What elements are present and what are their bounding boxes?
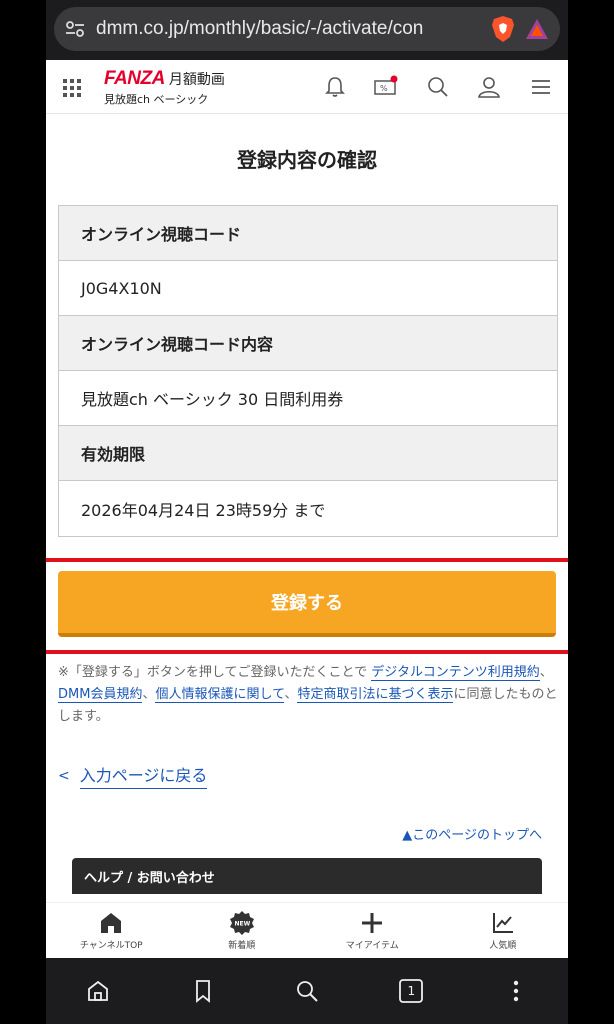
back-to-input-link[interactable]: < 入力ページに戻る (58, 762, 208, 789)
expiry-value: 2026年04月24日 23時59分 まで (81, 500, 326, 520)
browser-menu-button[interactable] (501, 976, 531, 1006)
agreement-notice: ※「登録する」ボタンを押してご登録いただくことで デジタルコンテンツ利用規約、D… (58, 662, 558, 728)
logo-brand: FANZA (104, 68, 165, 89)
site-header: FANZA 月額動画 見放題ch ベーシック % (46, 60, 568, 114)
expiry-label: 有効期限 (59, 426, 557, 481)
browser-url-bar[interactable]: dmm.co.jp/monthly/basic/-/activate/con (54, 7, 560, 51)
brave-rewards-icon[interactable] (524, 15, 550, 43)
svg-text:NEW: NEW (234, 921, 250, 928)
back-link-label: 入力ページに戻る (79, 762, 208, 789)
bookmark-button[interactable] (188, 976, 218, 1006)
home-outline-icon (88, 980, 109, 1001)
nav-label: チャンネルTOP (79, 941, 143, 951)
page-content: FANZA 月額動画 見放題ch ベーシック % 登録内容の確認 オンライン視聴… (46, 60, 568, 958)
tab-count: 1 (407, 984, 416, 998)
dmm-member-terms-link[interactable]: DMM会員規約 (58, 687, 143, 703)
bottom-nav: チャンネルTOP NEW 新着順 マイアイテム 人気順 (46, 902, 568, 958)
bell-icon[interactable] (322, 74, 348, 100)
help-section-header[interactable]: ヘルプ / お問い合わせ (72, 858, 542, 894)
registration-details-table: オンライン視聴コード J0G4X10N オンライン視聴コード内容 見放題ch ベ… (58, 205, 558, 537)
new-badge-icon: NEW (229, 911, 254, 935)
nav-label: 新着順 (228, 941, 256, 951)
search-icon[interactable] (425, 74, 451, 100)
code-value: J0G4X10N (59, 261, 557, 316)
browser-home-button[interactable] (83, 976, 113, 1006)
page-title: 登録内容の確認 (237, 148, 377, 172)
browser-toolbar: 1 (46, 958, 568, 1024)
tabs-button[interactable]: 1 (396, 976, 426, 1006)
code-content-label: オンライン視聴コード内容 (59, 316, 557, 371)
nav-my-items[interactable]: マイアイテム (307, 903, 438, 958)
commercial-transactions-link[interactable]: 特定商取引法に基づく表示 (297, 687, 454, 703)
account-icon[interactable] (476, 74, 502, 100)
nav-channel-top[interactable]: チャンネルTOP (46, 903, 177, 958)
browser-search-button[interactable] (292, 976, 322, 1006)
browser-url-bar-container: dmm.co.jp/monthly/basic/-/activate/con (46, 0, 568, 60)
brave-shield-icon[interactable] (490, 15, 516, 43)
chevron-left-icon: < (58, 767, 70, 784)
privacy-policy-link[interactable]: 個人情報保護に関して (155, 687, 285, 703)
nav-label: マイアイテム (345, 941, 399, 951)
search-icon (297, 981, 318, 1002)
hamburger-menu-icon[interactable] (528, 74, 554, 100)
nav-new-arrivals[interactable]: NEW 新着順 (177, 903, 308, 958)
site-settings-icon[interactable] (64, 18, 86, 40)
svg-text:%: % (380, 84, 388, 93)
logo-plan: 見放題ch ベーシック (104, 93, 209, 106)
nav-popular[interactable]: 人気順 (438, 903, 569, 958)
code-label: オンライン視聴コード (59, 206, 557, 261)
register-button[interactable]: 登録する (58, 571, 556, 637)
agreement-prefix: ※「登録する」ボタンを押してご登録いただくことで (58, 665, 368, 680)
bookmark-icon (195, 980, 210, 1003)
page-top-link[interactable]: ▲このページのトップへ (402, 824, 542, 843)
coupon-icon[interactable]: % (372, 74, 398, 100)
url-text[interactable]: dmm.co.jp/monthly/basic/-/activate/con (96, 18, 482, 40)
site-logo[interactable]: FANZA 月額動画 見放題ch ベーシック (104, 68, 225, 107)
agreement-separator: 、 (539, 665, 553, 680)
home-icon (101, 913, 122, 933)
digital-content-terms-link[interactable]: デジタルコンテンツ利用規約 (371, 665, 540, 681)
agreement-separator: 、 (142, 687, 156, 702)
nav-label: 人気順 (489, 941, 517, 951)
code-content-value: 見放題ch ベーシック 30 日間利用券 (59, 371, 557, 426)
agreement-separator: 、 (284, 687, 298, 702)
plus-icon (362, 913, 383, 933)
trend-chart-icon (492, 913, 513, 933)
apps-grid-icon[interactable] (62, 78, 82, 98)
logo-service: 月額動画 (168, 72, 225, 88)
more-vertical-icon (513, 980, 518, 1002)
